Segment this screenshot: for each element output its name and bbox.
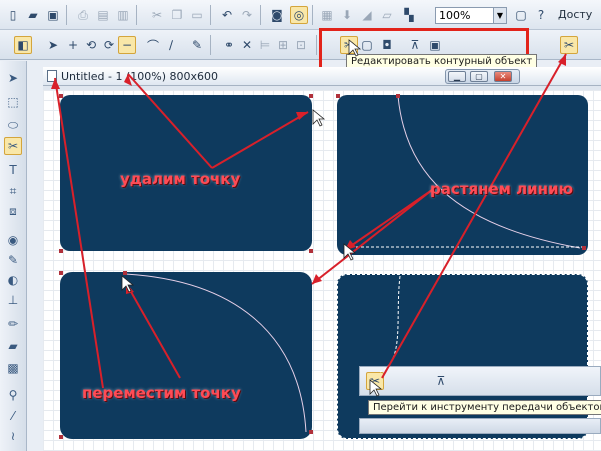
resize-tool-icon[interactable]: ⧈ [4,202,22,220]
page-icon[interactable]: ▥ [114,6,132,24]
pencil-tool-icon[interactable]: ✏ [4,315,22,333]
chevron-down-icon[interactable]: ▼ [493,8,506,23]
zoom-fit-icon[interactable]: ▢ [512,6,530,24]
pen-icon[interactable]: ✎ [188,36,206,54]
lasso-tool-icon[interactable]: ⬭ [4,116,22,134]
color-picker-icon[interactable]: ▚ [400,6,418,24]
transform-icon[interactable]: ◢ [358,6,376,24]
distribute-icon[interactable]: ⊞ [274,36,292,54]
redo-icon[interactable]: ↷ [238,6,256,24]
align-icon[interactable]: ⊨ [256,36,274,54]
transfer-tool-icon-2[interactable]: ✂ [366,372,384,390]
line-icon[interactable]: ∕ [162,36,180,54]
picker-tool-icon[interactable]: ⁄ [4,407,22,425]
smudge-tool-icon[interactable]: ≀ [4,427,22,445]
minimize-button[interactable]: ▁ [448,71,466,82]
crop-tool-icon[interactable]: ⌗ [4,182,22,200]
stamp-tool-icon[interactable]: ⊥ [4,291,22,309]
document-title: Untitled - 1 (100%) 800x600 [61,70,218,83]
undo-icon[interactable]: ↶ [218,6,236,24]
transfer-tool-icon[interactable]: ✂ [560,36,578,54]
node-type-a-icon[interactable]: ⟲ [82,36,100,54]
zoom-tool-icon[interactable]: ⚲ [4,386,22,404]
label-stretch-line: растянем линию [430,180,574,198]
cut-icon[interactable]: ✂ [148,6,166,24]
curve-icon[interactable]: ⌒ [144,36,162,54]
floating-toolbar: ✂ ⊼ [359,366,601,396]
label-delete-point: удалим точку [120,170,241,188]
window-close-button[interactable]: ✕ [494,71,512,82]
zoom-select[interactable]: 100% ▼ [435,7,507,24]
transform-node-icon[interactable]: ⊡ [292,36,310,54]
toolbox: ➤ ⬚ ⬭ ✂ T ⌗ ⧈ ◉ ✎ ◐ ⊥ ✏ ▰ ▩ ⚲ ⁄ ≀ [0,61,27,451]
document-icon [47,70,57,82]
maximize-button[interactable]: ▢ [470,71,488,82]
close-icon[interactable]: ✕ [238,36,256,54]
label-move-point: переместим точку [82,384,241,402]
help-icon[interactable]: ? [532,6,550,24]
view-icon[interactable]: ◎ [290,6,308,24]
new-icon[interactable]: ▯ [4,6,22,24]
window-controls: ▁ ▢ ✕ [445,69,520,84]
delete-node-icon[interactable]: − [118,36,136,54]
main-toolbar: ▯ ▰ ▣ ⎙ ▤ ▥ ✂ ❐ ▭ ↶ ↷ ◙ ◎ ▦ ⬇ ◢ ▱ ▚ 100%… [0,0,601,30]
camera-icon[interactable]: ◙ [268,6,286,24]
contour-tool-icon[interactable]: ✂ [4,137,22,155]
text-tool-icon[interactable]: T [4,161,22,179]
print-icon[interactable]: ⎙ [74,6,92,24]
brush-tool-icon[interactable]: ✎ [4,251,22,269]
panel-top-right[interactable] [337,95,588,255]
eye-tool-icon[interactable]: ◉ [4,231,22,249]
arrow-tool-icon[interactable]: ➤ [4,69,22,87]
marquee-tool-icon[interactable]: ⬚ [4,93,22,111]
node-type-b-icon[interactable]: ⟳ [100,36,118,54]
texture-tool-icon[interactable]: ▩ [4,359,22,377]
copy-icon[interactable]: ❐ [168,6,186,24]
fill-tool-icon[interactable]: ◐ [4,271,22,289]
paste-icon[interactable]: ▭ [188,6,206,24]
transfer-tooltip: Перейти к инструменту передачи объектов [368,400,601,415]
panel-bottom-left[interactable] [60,272,312,439]
floating-toolbar-bottom [359,418,601,434]
stamp2-icon[interactable]: ⊼ [432,372,450,390]
toolbar-trailing-label[interactable]: Досту [558,8,592,21]
preview-icon[interactable]: ▤ [94,6,112,24]
import-icon[interactable]: ▦ [318,6,336,24]
pointer-icon[interactable]: ➤ [44,36,62,54]
save-icon[interactable]: ▣ [44,6,62,24]
add-node-icon[interactable]: + [64,36,82,54]
link-icon[interactable]: ⚭ [220,36,238,54]
open-icon[interactable]: ▰ [24,6,42,24]
node-select-icon[interactable]: ◧ [14,36,32,54]
zoom-value: 100% [439,9,471,22]
export-icon[interactable]: ⬇ [338,6,356,24]
crop-icon[interactable]: ▱ [378,6,396,24]
eraser-tool-icon[interactable]: ▰ [4,337,22,355]
